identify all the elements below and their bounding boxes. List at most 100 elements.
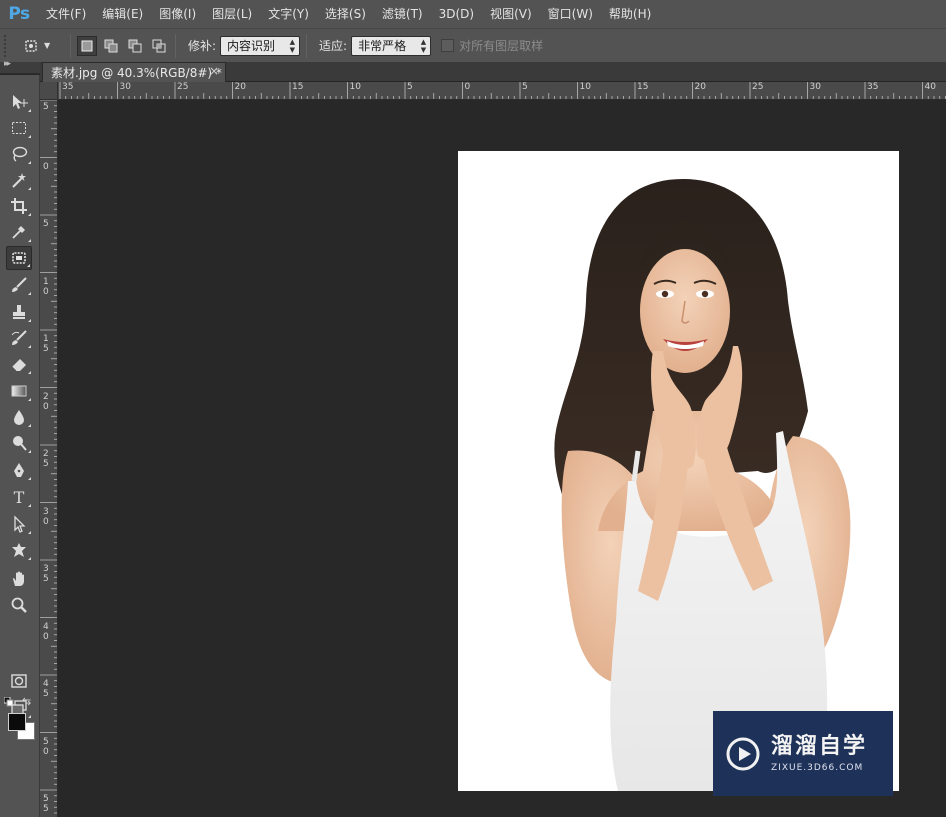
divider bbox=[306, 33, 308, 58]
patch-tool-icon bbox=[12, 252, 26, 264]
add-selection-button[interactable] bbox=[101, 36, 121, 56]
add-selection-icon bbox=[104, 39, 118, 52]
pen-tool-icon bbox=[14, 463, 24, 477]
ruler-h-label: 15 bbox=[292, 82, 304, 92]
tool-preset-picker[interactable]: ▼ bbox=[22, 37, 64, 55]
menu-help[interactable]: 帮助(H) bbox=[601, 0, 659, 28]
ruler-v-label: 55 bbox=[43, 794, 49, 814]
ruler-v-label: 5 bbox=[43, 102, 49, 112]
watermark-title: 溜溜自学 bbox=[771, 733, 868, 759]
crop-tool[interactable] bbox=[6, 194, 32, 218]
document-canvas[interactable] bbox=[458, 151, 899, 791]
menu-view[interactable]: 视图(V) bbox=[482, 0, 540, 28]
eraser-tool[interactable] bbox=[6, 352, 32, 376]
new-selection-button[interactable] bbox=[77, 35, 97, 56]
hand-tool-icon bbox=[13, 571, 24, 586]
menu-filter[interactable]: 滤镜(T) bbox=[374, 0, 431, 28]
marquee-tool-icon bbox=[12, 122, 26, 134]
ruler-v-label: 20 bbox=[43, 391, 49, 412]
new-selection-icon bbox=[81, 40, 93, 51]
divider bbox=[175, 33, 176, 58]
hand-tool[interactable] bbox=[6, 567, 32, 591]
intersect-selection-button[interactable] bbox=[149, 36, 169, 56]
ruler-h-label: 15 bbox=[637, 82, 649, 92]
adapt-select[interactable]: 非常严格 ▲ ▼ bbox=[351, 35, 432, 56]
path-selection-tool[interactable] bbox=[6, 512, 32, 536]
ruler-h-label: 20 bbox=[234, 82, 246, 92]
clone-stamp-tool[interactable] bbox=[6, 300, 32, 324]
ruler-v-label: 50 bbox=[43, 736, 49, 757]
ruler-v-label: 10 bbox=[43, 276, 49, 297]
brush-tool[interactable] bbox=[6, 273, 32, 297]
brush-tool-icon bbox=[12, 277, 27, 292]
lasso-tool[interactable] bbox=[6, 142, 32, 166]
marquee-tool[interactable] bbox=[6, 116, 32, 140]
crop-tool-icon bbox=[11, 198, 27, 214]
subtract-selection-button[interactable] bbox=[125, 36, 145, 56]
eraser-tool-icon bbox=[11, 359, 26, 372]
canvas-workspace[interactable]: 溜溜自学 ZIXUE.3D66.COM bbox=[58, 100, 946, 817]
menu-3d[interactable]: 3D(D) bbox=[431, 0, 482, 28]
menu-window[interactable]: 窗口(W) bbox=[540, 0, 601, 28]
collapse-icon: ▸▸ bbox=[4, 59, 11, 69]
zoom-tool-icon bbox=[11, 597, 27, 613]
subtract-selection-icon bbox=[128, 39, 142, 52]
eyedropper-tool[interactable] bbox=[6, 220, 32, 244]
history-brush-tool[interactable] bbox=[6, 326, 32, 350]
ruler-v-label: 30 bbox=[43, 506, 49, 527]
ruler-v-label: 15 bbox=[43, 334, 49, 354]
ruler-h-label: 40 bbox=[924, 82, 936, 92]
close-icon[interactable]: × bbox=[209, 64, 219, 78]
intersect-selection-icon bbox=[152, 39, 166, 52]
menu-layer[interactable]: 图层(L) bbox=[204, 0, 260, 28]
gradient-tool[interactable] bbox=[6, 379, 32, 403]
ruler-v-label: 35 bbox=[43, 564, 49, 584]
patch-label: 修补: bbox=[188, 39, 217, 53]
ruler-h-label: 5 bbox=[522, 82, 528, 92]
menu-type[interactable]: 文字(Y) bbox=[260, 0, 317, 28]
magic-wand-tool[interactable] bbox=[6, 168, 32, 192]
vertical-ruler[interactable]: 50510152025303540455055 bbox=[40, 100, 58, 817]
document-tab[interactable]: 素材.jpg @ 40.3%(RGB/8#) * × bbox=[42, 62, 226, 82]
move-tool-icon bbox=[13, 95, 28, 109]
options-bar: ▼ 修补: 内容识别 ▲ ▼ 适应: 非常严格 ▲ ▼ 对所有图层取样 bbox=[0, 28, 946, 62]
quick-mask-icon bbox=[11, 674, 27, 688]
ruler-h-label: 0 bbox=[464, 82, 471, 92]
quick-mask-button[interactable] bbox=[6, 669, 32, 693]
sample-all-layers-checkbox[interactable] bbox=[441, 39, 455, 52]
ruler-origin[interactable] bbox=[40, 82, 58, 100]
options-bar-grip[interactable] bbox=[4, 34, 12, 57]
dodge-tool[interactable] bbox=[6, 431, 32, 455]
foreground-color-swatch[interactable] bbox=[8, 713, 26, 731]
gradient-tool-icon bbox=[11, 385, 27, 397]
ruler-v-label: 40 bbox=[43, 621, 49, 642]
pen-tool[interactable] bbox=[6, 458, 32, 482]
ruler-v-label: 45 bbox=[43, 679, 49, 699]
ruler-v-label: 5 bbox=[43, 219, 49, 229]
patch-tool[interactable] bbox=[6, 246, 32, 270]
ruler-h-label: 30 bbox=[809, 82, 821, 92]
adapt-label: 适应: bbox=[319, 39, 348, 53]
clone-stamp-tool-icon bbox=[13, 305, 25, 319]
portrait-photo bbox=[458, 151, 899, 791]
toolbox-header[interactable]: ▸▸ bbox=[0, 59, 40, 74]
menu-edit[interactable]: 编辑(E) bbox=[94, 0, 151, 28]
patch-tool-icon bbox=[25, 39, 37, 52]
custom-shape-tool[interactable] bbox=[6, 538, 32, 562]
menu-select[interactable]: 选择(S) bbox=[317, 0, 374, 28]
patch-mode-select[interactable]: 内容识别 ▲ ▼ bbox=[220, 35, 301, 56]
ruler-h-label: 35 bbox=[62, 82, 74, 92]
ruler-h-label: 25 bbox=[752, 82, 764, 92]
ruler-h-label: 25 bbox=[177, 82, 189, 92]
divider bbox=[70, 33, 71, 58]
horizontal-ruler[interactable]: 35 30 25 20 15 10 5 0 5 10 15 20 25 30 35 40 bbox=[58, 82, 946, 100]
move-tool[interactable] bbox=[6, 90, 32, 114]
selection-mode-group bbox=[77, 35, 169, 56]
chevron-down-icon: ▼ bbox=[44, 41, 51, 50]
menu-image[interactable]: 图像(I) bbox=[151, 0, 204, 28]
document-tab-bar: 素材.jpg @ 40.3%(RGB/8#) * × bbox=[40, 62, 946, 82]
type-tool[interactable]: T bbox=[6, 485, 32, 509]
zoom-tool[interactable] bbox=[6, 593, 32, 617]
blur-tool[interactable] bbox=[6, 405, 32, 429]
menu-file[interactable]: 文件(F) bbox=[38, 0, 94, 28]
